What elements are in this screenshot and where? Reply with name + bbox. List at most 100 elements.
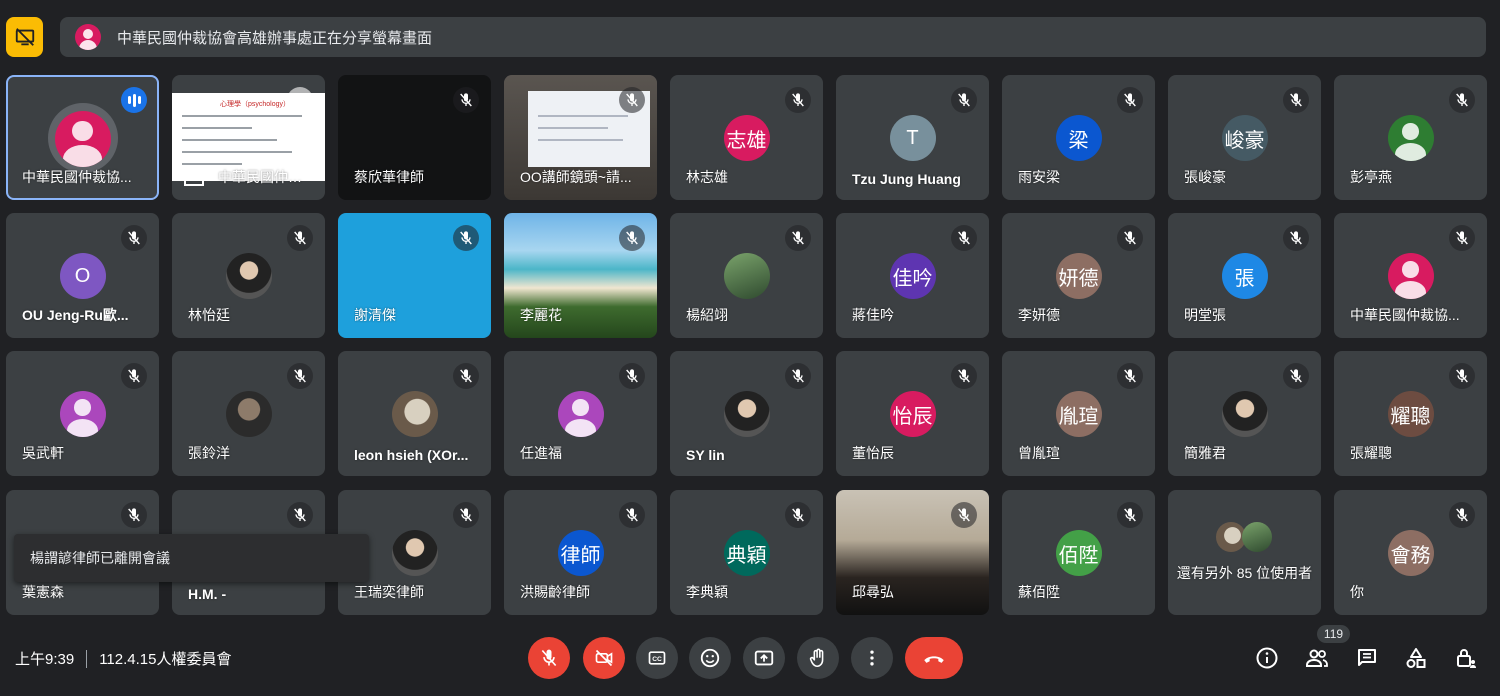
participant-tile[interactable]: 梁 雨安梁 — [1002, 75, 1155, 200]
participant-tile[interactable]: 佳吟 蔣佳吟 — [836, 213, 989, 338]
participant-tile[interactable]: 心理學（psychology） 中華民國仲… — [172, 75, 325, 200]
participant-tile[interactable]: 志雄 林志雄 — [670, 75, 823, 200]
info-icon — [1256, 647, 1278, 669]
participant-tile[interactable]: 峻豪 張峻豪 — [1168, 75, 1321, 200]
more-options-button[interactable] — [851, 637, 893, 679]
mic-off-icon — [619, 363, 645, 389]
participant-tile[interactable]: 耀聰 張耀聰 — [1334, 351, 1487, 476]
participant-name: 謝清傑 — [354, 307, 396, 323]
participant-tile[interactable]: 中華民國仲裁協... — [6, 75, 159, 200]
more-participants-label: 還有另外 85 位使用者 — [1176, 565, 1313, 581]
avatar: 佰陞 — [1055, 530, 1102, 576]
mic-off-icon — [785, 363, 811, 389]
mic-off-icon — [453, 225, 479, 251]
avatar: 律師 — [557, 530, 604, 576]
more-avatars — [1216, 522, 1276, 554]
avatar — [1387, 115, 1434, 161]
activities-button[interactable] — [1403, 645, 1429, 671]
participant-name: Tzu Jung Huang — [852, 171, 961, 187]
camera-toggle-button[interactable] — [583, 637, 625, 679]
participant-name: 李典穎 — [686, 584, 728, 600]
participant-tile[interactable]: SY lin — [670, 351, 823, 476]
participant-tile[interactable]: 怡辰 董怡辰 — [836, 351, 989, 476]
mic-off-icon — [1283, 363, 1309, 389]
participant-tile[interactable]: T Tzu Jung Huang — [836, 75, 989, 200]
mic-off-icon — [1449, 87, 1475, 113]
chat-icon — [1358, 649, 1376, 666]
avatar — [225, 391, 272, 437]
participant-tile[interactable]: 邱尋弘 — [836, 490, 989, 615]
participant-tile[interactable]: 彭亭燕 — [1334, 75, 1487, 200]
camera-off-icon — [595, 649, 613, 667]
participant-name: 李妍德 — [1018, 307, 1060, 323]
presentation-indicator-button[interactable] — [6, 17, 43, 57]
participant-tile[interactable]: 李麗花 — [504, 213, 657, 338]
avatar — [1221, 391, 1268, 437]
mic-off-icon — [619, 225, 645, 251]
mic-off-icon — [1283, 87, 1309, 113]
participant-tile[interactable]: 胤瑄 曾胤瑄 — [1002, 351, 1155, 476]
participant-name: 中華民國仲裁協... — [22, 169, 132, 185]
raise-hand-button[interactable] — [797, 637, 839, 679]
captions-button[interactable]: CC — [636, 637, 678, 679]
participant-tile[interactable]: 張 明堂張 — [1168, 213, 1321, 338]
call-end-icon — [924, 656, 944, 663]
meeting-info-button[interactable] — [1254, 645, 1280, 671]
shapes-icon — [1406, 648, 1426, 668]
participant-name: 曾胤瑄 — [1018, 445, 1060, 461]
participant-tile[interactable]: leon hsieh (XOr... — [338, 351, 491, 476]
mic-off-icon — [453, 502, 479, 528]
mic-off-icon — [619, 87, 645, 113]
mic-off-icon — [541, 649, 557, 667]
mic-off-icon — [287, 87, 313, 113]
slide-title: 心理學（psychology） — [220, 101, 291, 108]
presenter-avatar — [75, 24, 101, 50]
meeting-details: 上午9:39 112.4.15人權委員會 — [15, 648, 231, 669]
participant-tile[interactable]: O OU Jeng-Ru歐... — [6, 213, 159, 338]
banner-text: 中華民國仲裁協會高雄辦事處正在分享螢幕畫面 — [117, 29, 433, 47]
more-participants-tile[interactable]: 還有另外 85 位使用者 — [1168, 490, 1321, 615]
participant-tile[interactable]: 蔡欣華律師 — [338, 75, 491, 200]
participant-tile[interactable]: 簡雅君 — [1168, 351, 1321, 476]
leave-call-button[interactable] — [905, 637, 963, 679]
avatar — [59, 391, 106, 437]
avatar — [391, 530, 438, 576]
participant-tile[interactable]: 吳武軒 — [6, 351, 159, 476]
mic-off-icon — [785, 87, 811, 113]
mic-off-icon — [121, 363, 147, 389]
mic-toggle-button[interactable] — [528, 637, 570, 679]
participant-name: 中華民國仲裁協... — [1350, 307, 1460, 323]
participant-name: OO講師鏡頭~請... — [520, 169, 632, 185]
participant-tile[interactable]: 中華民國仲裁協... — [1334, 213, 1487, 338]
participant-tile[interactable]: 妍德 李妍德 — [1002, 213, 1155, 338]
participant-tile[interactable]: 典穎 李典穎 — [670, 490, 823, 615]
hand-icon — [809, 648, 824, 668]
participant-name: leon hsieh (XOr... — [354, 447, 469, 463]
participant-name: 蔣佳吟 — [852, 307, 894, 323]
self-tile[interactable]: 會務 你 — [1334, 490, 1487, 615]
participant-name: 中華民國仲… — [184, 167, 315, 187]
avatar: 怡辰 — [889, 391, 936, 437]
mic-off-icon — [785, 225, 811, 251]
participant-tile[interactable]: 律師 洪賜齡律師 — [504, 490, 657, 615]
participant-tile[interactable]: OO講師鏡頭~請... — [504, 75, 657, 200]
reactions-button[interactable] — [689, 637, 731, 679]
participant-tile[interactable]: 楊紹翊 — [670, 213, 823, 338]
mic-off-icon — [1449, 502, 1475, 528]
present-now-button[interactable] — [743, 637, 785, 679]
participant-name: 林怡廷 — [188, 307, 230, 323]
participant-name: H.M. - — [188, 586, 227, 602]
host-controls-button[interactable] — [1453, 645, 1479, 671]
avatar: 會務 — [1387, 530, 1434, 576]
participant-tile[interactable]: 任進福 — [504, 351, 657, 476]
participant-tile[interactable]: 佰陞 蘇佰陞 — [1002, 490, 1155, 615]
participant-tile[interactable]: 謝清傑 — [338, 213, 491, 338]
participant-tile[interactable]: 張鈴洋 — [172, 351, 325, 476]
mic-off-icon — [287, 363, 313, 389]
participant-name: 明堂張 — [1184, 307, 1226, 323]
chat-button[interactable] — [1354, 645, 1380, 671]
participant-name: 任進福 — [520, 445, 562, 461]
people-button[interactable] — [1304, 645, 1330, 671]
participant-tile[interactable]: 林怡廷 — [172, 213, 325, 338]
participant-name: 洪賜齡律師 — [520, 584, 590, 600]
